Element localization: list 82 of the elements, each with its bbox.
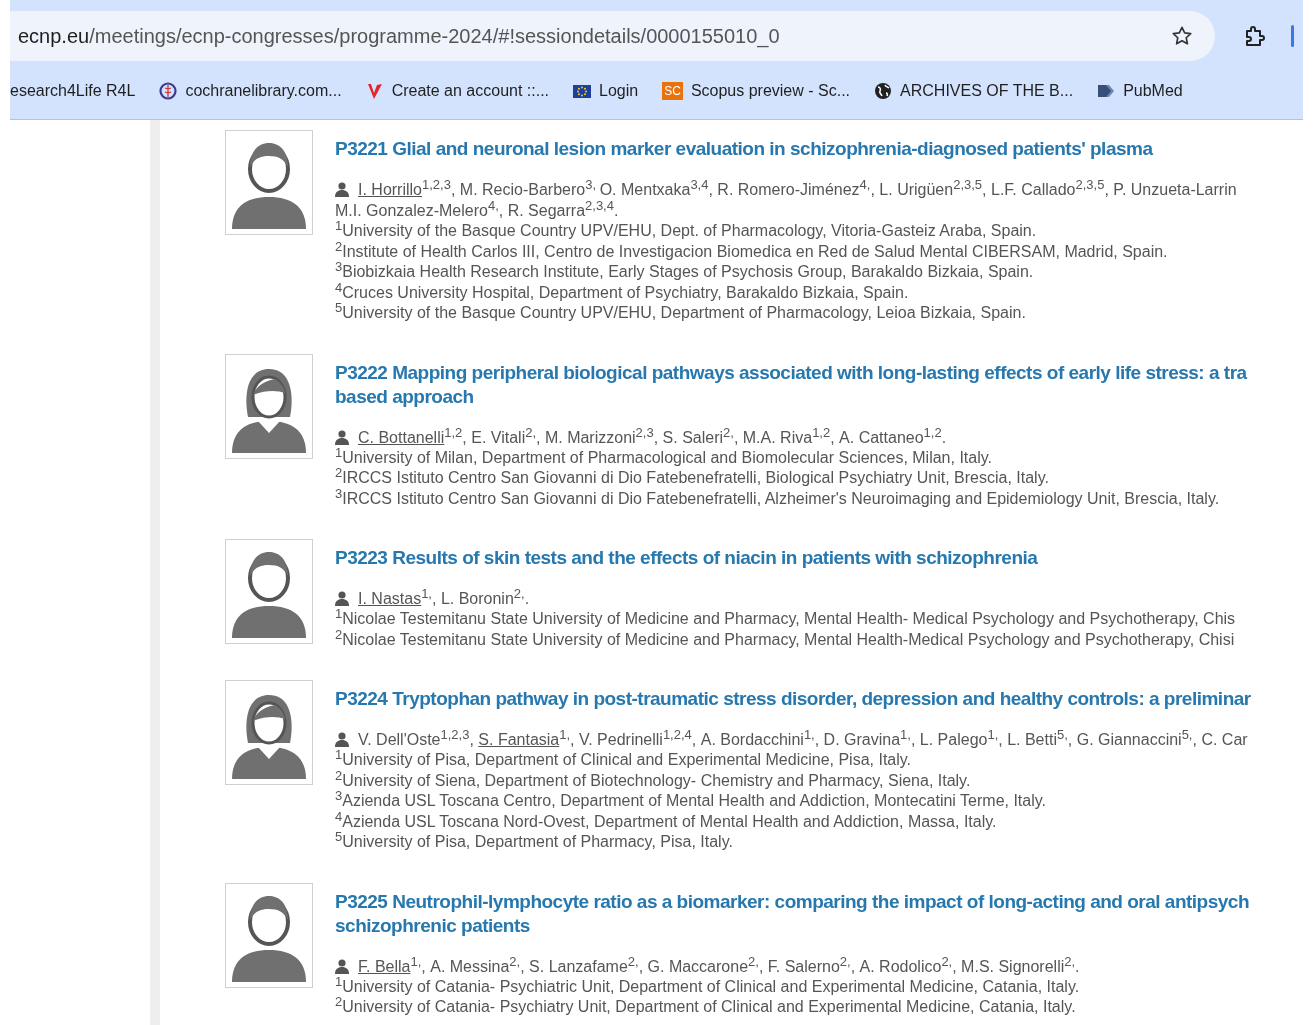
affiliation: $^{4}$Azienda USL Toscana Nord-Ovest, Department of Mental Health and Addiction, Massa, Italy. xyxy=(335,811,998,832)
address-bar[interactable]: ecnp.eu/meetings/ecnp-congresses/programme-2024/#!sessiondetails/0000155010_0 xyxy=(10,11,1215,61)
affiliation: $^{5}$University of Pisa, Department of Pharmacy, Pisa, Italy. xyxy=(335,832,734,852)
affiliation: $^{2}$IRCCS Istituto Centro San Giovanni di Dio Fatebenefratelli, Biological Psychiatry Unit, Brescia, Italy. xyxy=(335,468,1050,488)
author-name: A. Messina$^{2,}$, xyxy=(430,955,526,977)
bookmark[interactable]: Create an account ::... xyxy=(365,81,550,100)
author-name: C. Car xyxy=(1201,730,1248,750)
presenter-link[interactable]: I. Nastas xyxy=(358,588,422,609)
affiliation: $^{1}$University of Catania- Psychiatric Unit, Department of Clinical and Experimental Medicine, Catania, Italy. xyxy=(335,976,1081,997)
author-name: L. Urigüen$^{2,3,5}$, xyxy=(879,179,988,200)
affiliation: $^{4}$Cruces University Hospital, Department of Psychiatry, Barakaldo Bizkaia, Spain. xyxy=(335,282,910,303)
affiliation-mark: $^{1,2}$, xyxy=(444,426,468,448)
author-name: R. Romero-Jiménez$^{4,}$, xyxy=(717,179,876,200)
presenter-link[interactable]: C. Bottanelli xyxy=(358,426,445,448)
author-name: A. Bordacchini$^{1,}$, xyxy=(700,729,821,750)
v-logo-icon xyxy=(365,81,384,100)
author-name: L.F. Callado$^{2,3,5}$, xyxy=(991,179,1110,200)
person-icon xyxy=(335,591,349,606)
cochrane-logo-icon xyxy=(159,81,178,100)
affiliation: $^{3}$IRCCS Istituto Centro San Giovanni di Dio Fatebenefratelli, Alzheimer's Neuroimaging and Epidemiology Unit, Brescia, Italy. xyxy=(335,488,1221,509)
presenter-link[interactable]: F. Bella xyxy=(358,955,411,977)
author-name: L. Betti$^{5,}$, xyxy=(1007,729,1074,750)
affiliation: $^{2}$University of Siena, Department of Biotechnology- Chemistry and Pharmacy, Siena, Italy. xyxy=(335,770,972,791)
presenter-link[interactable]: I. Horrillo xyxy=(358,179,422,200)
affiliation: $^{2}$Institute of Health Carlos III, Centro de Investigacion Biomedica en Red de Salud Mental CIBERSAM, Madrid, Spain. xyxy=(335,241,1169,262)
poster-title-link[interactable]: P3223 Results of skin tests and the effects of niacin in patients with schizophrenia xyxy=(335,546,1303,570)
author-name: O. Mentxaka$^{3,4}$, xyxy=(599,179,714,200)
author-name: S. Saleri$^{2,}$, xyxy=(662,426,740,448)
author-name: V. Dell'Oste$^{1,2,3}$, xyxy=(358,729,475,750)
affiliation: $^{1}$University of Milan, Department of Pharmacological and Biomolecular Sciences, Milan, Italy. xyxy=(335,447,993,468)
poster-title-link[interactable]: P3221 Glial and neuronal lesion marker evaluation in schizophrenia-diagnosed patients' plasma xyxy=(335,137,1303,161)
bookmark[interactable]: ARCHIVES OF THE B... xyxy=(874,81,1074,100)
poster-title-link[interactable]: P3225 Neutrophil-lymphocyte ratio as a biomarker: comparing the impact of long-acting and oral antipsych schizophrenic patients xyxy=(335,889,1303,938)
author-name: S. Lanzafame$^{2,}$, xyxy=(529,955,645,977)
author-name: F. Salerno$^{2,}$, xyxy=(767,955,857,977)
author-name: M.S. Signorelli$^{2,}$. xyxy=(961,955,1080,977)
bookmark[interactable]: Login xyxy=(573,81,639,100)
author-name: M.I. Gonzalez-Melero$^{4,}$, xyxy=(335,200,505,221)
author-name: M. Marizzoni$^{2,3}$, xyxy=(544,426,660,448)
presenter-link[interactable]: S. Fantasia xyxy=(478,729,560,750)
author-name: G. Giannaccini$^{5,}$, xyxy=(1076,729,1198,750)
author-name: M. Recio-Barbero$^{3,}$ xyxy=(459,179,598,200)
author-name: V. Pedrinelli$^{1,2,4}$, xyxy=(579,729,698,750)
url-path: /meetings/ecnp-congresses/programme-2024/#!sessiondetails/0000155010_0 xyxy=(89,24,780,47)
bookmark[interactable]: SC Scopus preview - Sc... xyxy=(662,81,851,100)
person-icon xyxy=(335,429,349,445)
url-domain: ecnp.eu xyxy=(18,24,90,47)
affiliation: $^{3}$Biobizkaia Health Research Institute, Early Stages of Psychosis Group, Barakaldo Bizkaia, Spain. xyxy=(335,262,1034,282)
author-name: R. Segarra$^{2,3,4}$. xyxy=(507,200,619,221)
affiliation-mark: $^{1,}$, xyxy=(410,955,427,977)
bookmark[interactable]: esearch4Life R4L xyxy=(10,81,136,100)
author-name: L. Boronin$^{2,}$. xyxy=(440,588,530,609)
affiliation-mark: $^{1,2,3}$, xyxy=(422,179,457,200)
author-name: E. Vitali$^{2,}$, xyxy=(471,426,542,448)
affiliation-mark: $^{1,}$, xyxy=(421,588,438,609)
bookmark-star-icon[interactable] xyxy=(1171,25,1193,47)
affiliation: $^{2}$Nicolae Testemitanu State University of Medicine and Pharmacy, Mental Health-Medical Psychology and Psychotherapy, Chisi xyxy=(335,629,1236,650)
affiliation-mark: $^{1,}$, xyxy=(559,729,576,750)
person-icon xyxy=(335,182,349,197)
profile-indicator xyxy=(1291,25,1294,47)
poster-title-link[interactable]: P3222 Mapping peripheral biological pathways associated with long-lasting effects of early life stress: a tra based approach xyxy=(335,360,1303,409)
author-name: A. Rodolico$^{2,}$, xyxy=(859,955,958,977)
puzzle-piece-icon[interactable] xyxy=(1243,24,1267,48)
affiliation: $^{5}$University of the Basque Country UPV/EHU, Department of Pharmacology, Leioa Bizkaia, Spain. xyxy=(335,303,1027,323)
affiliation: $^{1}$University of Pisa, Department of Clinical and Experimental Medicine, Pisa, Italy. xyxy=(335,750,912,770)
affiliation: $^{1}$University of the Basque Country UPV/EHU, Dept. of Pharmacology, Vitoria-Gasteiz Araba, Spain. xyxy=(335,221,1038,241)
author-name: A. Cattaneo$^{1,2}$. xyxy=(839,426,947,448)
author-name: M.A. Riva$^{1,2}$, xyxy=(742,426,836,448)
scopus-logo-icon: SC xyxy=(662,81,683,100)
author-name: L. Palego$^{1,}$, xyxy=(919,729,1004,750)
bookmark[interactable]: PubMed xyxy=(1097,81,1183,100)
globe-icon xyxy=(874,81,893,100)
affiliation: $^{1}$Nicolae Testemitanu State University of Medicine and Pharmacy, Mental Health- Medical Psychology and Psychotherapy, Chis xyxy=(335,609,1237,629)
affiliation: $^{3}$Azienda USL Toscana Centro, Department of Mental Health and Addiction, Montecatini Terme, Italy. xyxy=(335,791,1048,811)
bookmark[interactable]: cochranelibrary.com... xyxy=(159,81,342,100)
author-name: P. Unzueta-Larrin xyxy=(1113,180,1237,200)
affiliation: $^{2}$University of Catania- Psychiatry Unit, Department of Clinical and Experimental Medicine, Catania, Italy. xyxy=(335,997,1076,1017)
poster-title-link[interactable]: P3224 Tryptophan pathway in post-traumatic stress disorder, depression and healthy controls: a preliminar xyxy=(335,687,1303,711)
author-name: G. Maccarone$^{2,}$, xyxy=(647,955,765,977)
person-icon xyxy=(335,958,349,974)
author-name: D. Gravina$^{1,}$, xyxy=(823,729,917,750)
person-icon xyxy=(335,732,349,747)
